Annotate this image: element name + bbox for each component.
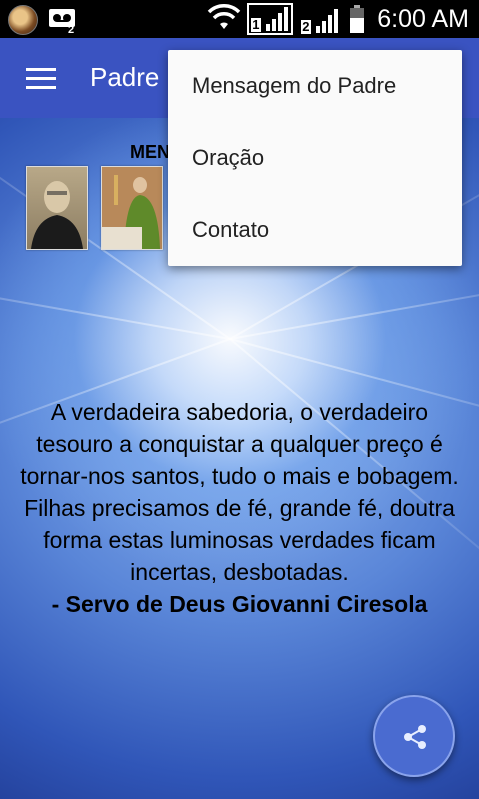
signal-sim1-icon: 1 <box>247 3 294 35</box>
quote-block: A verdadeira sabedoria, o verdadeiro tes… <box>18 396 461 620</box>
quote-author: - Servo de Deus Giovanni Ciresola <box>51 591 428 617</box>
voicemail-icon: 2 <box>48 6 78 36</box>
priest-altar-photo <box>101 166 163 250</box>
sim1-label: 1 <box>251 17 261 32</box>
wifi-icon <box>207 3 241 35</box>
app-title: Padre <box>90 62 160 92</box>
share-icon <box>404 725 426 749</box>
section-header: MEN <box>130 142 170 162</box>
battery-icon <box>349 5 365 33</box>
status-bar: 2 1 2 6:00 AM <box>0 0 479 38</box>
clock: 6:00 AM <box>377 4 469 33</box>
menu-item-mensagem[interactable]: Mensagem do Padre <box>168 50 462 122</box>
sim2-label: 2 <box>301 19 311 34</box>
priest-portrait-photo <box>26 166 88 250</box>
hamburger-icon[interactable] <box>26 68 56 90</box>
app-notification-icon <box>8 5 38 35</box>
menu-item-contato[interactable]: Contato <box>168 194 462 266</box>
svg-text:2: 2 <box>68 24 74 34</box>
overflow-menu: Mensagem do Padre Oração Contato <box>168 50 462 266</box>
signal-sim2-icon: 2 <box>299 3 343 35</box>
share-button[interactable] <box>373 695 455 777</box>
menu-item-oracao[interactable]: Oração <box>168 122 462 194</box>
quote-text: A verdadeira sabedoria, o verdadeiro tes… <box>20 399 459 585</box>
